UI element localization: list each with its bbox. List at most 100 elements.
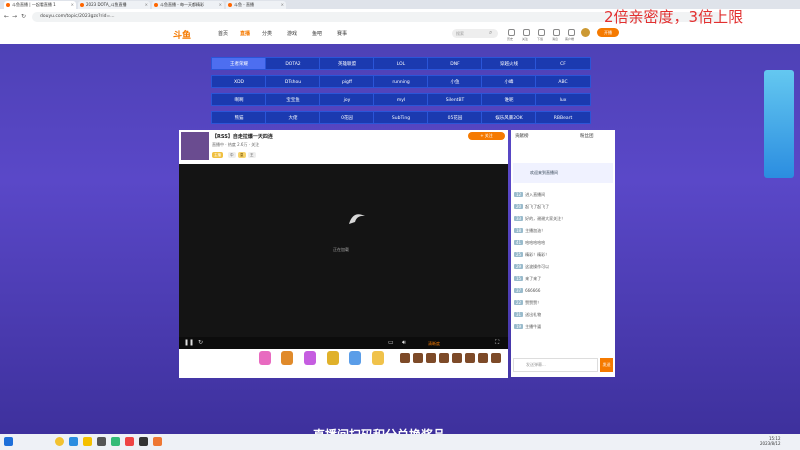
gift-item[interactable] bbox=[491, 353, 501, 363]
pause-icon[interactable]: ❚❚ bbox=[184, 339, 194, 346]
category-item[interactable]: LOL bbox=[373, 57, 429, 70]
category-item[interactable]: CF bbox=[535, 57, 591, 70]
terminal-icon[interactable] bbox=[97, 437, 106, 446]
category-item[interactable]: DTshou bbox=[265, 75, 321, 88]
user-avatar[interactable] bbox=[581, 28, 590, 37]
fans-tab[interactable]: 粉丝团 bbox=[580, 133, 594, 139]
category-item[interactable]: ABC bbox=[535, 75, 591, 88]
category-item[interactable]: SubTing bbox=[373, 111, 429, 124]
search-icon[interactable]: ⌕ bbox=[489, 29, 492, 37]
video-player[interactable] bbox=[179, 164, 508, 349]
rank-tab[interactable]: 贡献榜 bbox=[515, 133, 529, 139]
folder-icon[interactable] bbox=[83, 437, 92, 446]
quality-label[interactable]: 清晰度 bbox=[428, 341, 440, 347]
gift-item[interactable] bbox=[304, 351, 316, 365]
category-item[interactable]: 英雄联盟 bbox=[319, 57, 375, 70]
close-icon[interactable]: × bbox=[219, 1, 222, 9]
browser-tab[interactable]: 斗鱼直播 - 每一天都精彩 × bbox=[152, 1, 224, 9]
category-item[interactable]: 小鱼 bbox=[427, 75, 483, 88]
forward-icon[interactable]: → bbox=[12, 13, 17, 20]
start-live-button[interactable]: 开播 bbox=[597, 28, 619, 37]
room-tag[interactable]: 主播 bbox=[212, 152, 223, 158]
nav-live[interactable]: 直播 bbox=[240, 30, 250, 37]
fullscreen-icon[interactable]: ⛶ bbox=[495, 339, 499, 347]
gift-item[interactable] bbox=[327, 351, 339, 365]
gift-item[interactable] bbox=[281, 351, 293, 365]
volume-icon[interactable]: 🔊︎ bbox=[402, 339, 406, 347]
nav-events[interactable]: 赛事 bbox=[337, 30, 347, 37]
send-button[interactable]: 发送 bbox=[600, 358, 613, 372]
gift-item[interactable] bbox=[259, 351, 271, 365]
follow-icon[interactable] bbox=[523, 29, 530, 36]
close-icon[interactable]: × bbox=[145, 1, 148, 9]
category-item[interactable]: DOTA2 bbox=[265, 57, 321, 70]
room-tag[interactable]: 皇 bbox=[238, 152, 246, 158]
room-tag[interactable]: 王 bbox=[248, 152, 256, 158]
category-item[interactable]: 大佬 bbox=[265, 111, 321, 124]
app-icon[interactable] bbox=[125, 437, 134, 446]
browser-tab[interactable]: 2023 DOTA_斗鱼直播 × bbox=[78, 1, 150, 9]
app-icon[interactable] bbox=[153, 437, 162, 446]
danmaku-icon[interactable]: ▭ bbox=[388, 339, 394, 346]
gift-item[interactable] bbox=[372, 351, 384, 365]
close-icon[interactable]: × bbox=[71, 1, 74, 9]
category-item[interactable]: 0花园 bbox=[319, 111, 375, 124]
nav-home[interactable]: 首页 bbox=[218, 30, 228, 37]
category-item[interactable]: 啊啊 bbox=[211, 93, 267, 106]
taskbar-clock[interactable]: 15:12 2023/8/12 bbox=[760, 436, 781, 446]
nav-yuba[interactable]: 鱼吧 bbox=[312, 30, 322, 37]
download-icon[interactable] bbox=[538, 29, 545, 36]
chat-input[interactable]: 发送弹幕... bbox=[513, 358, 598, 372]
category-item[interactable]: myl bbox=[373, 93, 429, 106]
site-logo[interactable]: 斗鱼 bbox=[173, 28, 191, 41]
category-item[interactable]: 05花园 bbox=[427, 111, 483, 124]
gift-item[interactable] bbox=[478, 353, 488, 363]
fan-banner[interactable] bbox=[513, 163, 613, 183]
nav-category[interactable]: 分类 bbox=[262, 30, 272, 37]
gift-item[interactable] bbox=[465, 353, 475, 363]
category-item[interactable]: joy bbox=[319, 93, 375, 106]
follow-button[interactable]: + 关注 bbox=[468, 132, 505, 140]
nav-games[interactable]: 游戏 bbox=[287, 30, 297, 37]
refresh-icon[interactable]: ↻ bbox=[198, 339, 203, 346]
gift-item[interactable] bbox=[426, 353, 436, 363]
message-icon[interactable] bbox=[553, 29, 560, 36]
category-item[interactable]: running bbox=[373, 75, 429, 88]
gift-item[interactable] bbox=[413, 353, 423, 363]
category-item[interactable]: RBBeart bbox=[535, 111, 591, 124]
category-item[interactable]: 穿越火线 bbox=[481, 57, 537, 70]
category-item[interactable]: 熊猫 bbox=[211, 111, 267, 124]
edge-icon[interactable] bbox=[69, 437, 78, 446]
gift-item[interactable] bbox=[349, 351, 361, 365]
windows-start-icon[interactable] bbox=[4, 437, 13, 446]
category-item[interactable]: lux bbox=[535, 93, 591, 106]
back-icon[interactable]: ← bbox=[4, 13, 9, 20]
client-icon[interactable] bbox=[568, 29, 575, 36]
welcome-text: 欢迎来到直播间 bbox=[530, 170, 558, 175]
browser-tab[interactable]: 斗鱼直播 | 一起看直播 1 × bbox=[4, 1, 76, 9]
gift-item[interactable] bbox=[439, 353, 449, 363]
streamer-avatar[interactable] bbox=[181, 132, 209, 160]
browser-tab[interactable]: 斗鱼 - 直播 × bbox=[226, 1, 286, 9]
category-item[interactable]: 谁呢 bbox=[481, 93, 537, 106]
room-tag[interactable]: 中 bbox=[228, 152, 236, 158]
category-item[interactable]: SilentBT bbox=[427, 93, 483, 106]
category-item[interactable]: 小峰 bbox=[481, 75, 537, 88]
app-icon[interactable] bbox=[139, 437, 148, 446]
category-item[interactable]: DNF bbox=[427, 57, 483, 70]
chrome-icon[interactable] bbox=[55, 437, 64, 446]
gift-item[interactable] bbox=[452, 353, 462, 363]
app-icon[interactable] bbox=[111, 437, 120, 446]
category-item[interactable]: XDD bbox=[211, 75, 267, 88]
history-icon[interactable] bbox=[508, 29, 515, 36]
category-item[interactable]: 宝宝鱼 bbox=[265, 93, 321, 106]
close-icon[interactable]: × bbox=[281, 1, 284, 9]
category-item[interactable]: pigff bbox=[319, 75, 375, 88]
category-item[interactable]: 王者荣耀 bbox=[211, 57, 267, 70]
side-ad-banner[interactable] bbox=[764, 70, 794, 178]
room-meta: 直播中 · 热度 2.6万 · 关注 bbox=[212, 142, 260, 147]
category-item[interactable]: 娱乐风暴2OK bbox=[481, 111, 537, 124]
gift-item[interactable] bbox=[400, 353, 410, 363]
chat-message: 33 好的，谢谢大家关注！ bbox=[514, 216, 566, 221]
reload-icon[interactable]: ↻ bbox=[21, 13, 26, 20]
